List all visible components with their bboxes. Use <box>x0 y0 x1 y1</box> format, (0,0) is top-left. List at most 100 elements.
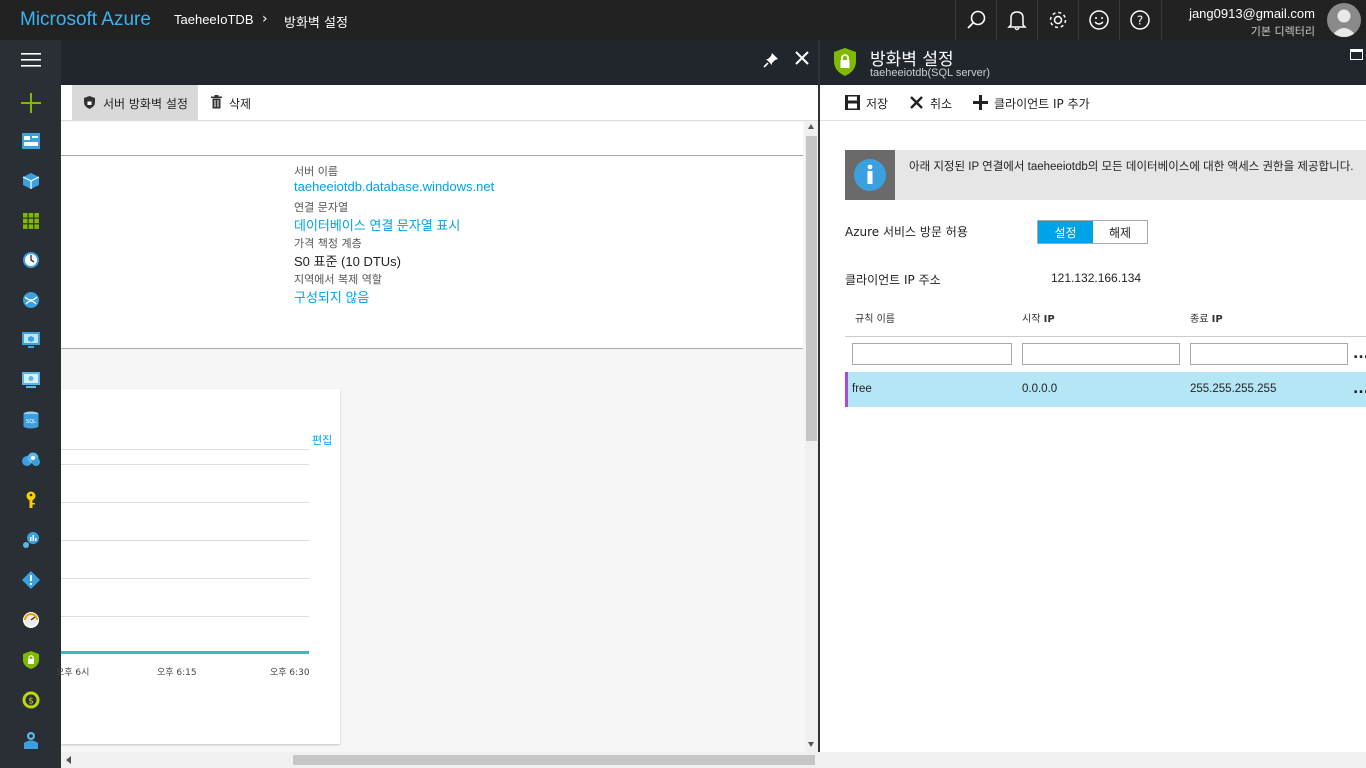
connection-string-label: 연결 문자열 <box>294 201 349 214</box>
connection-string-link[interactable]: 데이터베이스 연결 문자열 표시 <box>294 215 460 234</box>
geo-replication-label: 지역에서 복제 역할 <box>294 273 382 286</box>
left-nav-sidebar: SQL $ <box>0 40 61 768</box>
add-client-ip-button[interactable]: 클라이언트 IP 추가 <box>973 85 1098 120</box>
top-bar: Microsoft Azure TaeheeIoTDB › 방화벽 설정 ? j… <box>0 0 1366 40</box>
delete-button[interactable]: 삭제 <box>206 85 266 120</box>
command-bar: 저장 취소 클라이언트 IP 추가 <box>820 85 1366 121</box>
new-row-more-button[interactable]: ... <box>1353 346 1366 362</box>
scroll-up-arrow-icon[interactable] <box>808 124 814 129</box>
avatar <box>1327 3 1361 37</box>
recent-clock-icon[interactable] <box>0 240 61 280</box>
cloud-services-icon[interactable] <box>0 440 61 480</box>
client-ip-label: 클라이언트 IP 주소 <box>845 273 941 287</box>
new-start-ip-input[interactable] <box>1022 343 1180 365</box>
info-icon <box>854 159 886 191</box>
essentials-panel: 서버 이름 taeheeiotdb.database.windows.net 연… <box>61 156 803 348</box>
info-icon-container <box>845 150 895 200</box>
resource-group-icon[interactable] <box>0 161 61 201</box>
smiley-icon[interactable] <box>1078 0 1119 40</box>
insights-icon[interactable] <box>0 520 61 560</box>
row-end-ip: 255.255.255.255 <box>1190 383 1277 395</box>
help-icon[interactable]: ? <box>1119 0 1160 40</box>
vertical-scroll-thumb[interactable] <box>806 136 817 441</box>
advisor-icon[interactable] <box>0 560 61 600</box>
azure-brand-link[interactable]: Microsoft Azure <box>20 9 151 31</box>
column-header-end-ip-suffix: IP <box>1211 314 1223 325</box>
command-bar: 서버 방화벽 설정 삭제 <box>61 85 818 121</box>
table-header-divider <box>845 336 1366 337</box>
shield-icon <box>84 96 95 109</box>
client-ip-value: 121.132.166.134 <box>1051 271 1142 285</box>
scroll-down-arrow-icon[interactable] <box>808 742 814 747</box>
toggle-off-button[interactable]: 해제 <box>1093 221 1147 243</box>
info-message: 아래 지정된 IP 연결에서 taeheeiotdb의 모든 데이터베이스에 대… <box>909 161 1354 173</box>
vm-classic-icon[interactable] <box>0 360 61 400</box>
cancel-x-icon <box>910 96 923 109</box>
column-header-start-ip: 시작 IP <box>1022 310 1055 325</box>
user-email: jang0913@gmail.com <box>1189 6 1315 21</box>
key-vault-icon[interactable] <box>0 480 61 520</box>
chart-gridline <box>61 449 309 450</box>
cancel-button[interactable]: 취소 <box>910 85 960 120</box>
pin-icon[interactable] <box>763 52 779 72</box>
chart-x-tick: 오후 6:30 <box>270 668 310 678</box>
firewall-settings-blade: 방화벽 설정 taeheeiotdb(SQL server) 저장 취소 클라이… <box>818 40 1366 752</box>
dashboard-icon[interactable] <box>0 121 61 161</box>
breadcrumb-resource[interactable]: TaeheeIoTDB <box>174 12 254 27</box>
search-icon[interactable] <box>955 0 996 40</box>
all-resources-icon[interactable] <box>0 201 61 241</box>
row-more-button[interactable]: ... <box>1353 381 1366 397</box>
column-header-end-ip-text: 종료 <box>1190 314 1212 325</box>
new-plus-icon[interactable] <box>0 83 61 123</box>
row-rule-name: free <box>852 383 872 395</box>
cost-icon[interactable]: $ <box>0 680 61 720</box>
add-client-ip-label: 클라이언트 IP 추가 <box>994 97 1090 111</box>
scroll-left-arrow-icon[interactable] <box>66 756 71 764</box>
close-icon[interactable] <box>794 50 810 70</box>
blade-subtitle: taeheeiotdb(SQL server) <box>870 67 991 79</box>
column-header-start-ip-suffix: IP <box>1043 314 1055 325</box>
pricing-tier-value: S0 표준 (10 DTUs) <box>294 254 401 269</box>
chart-edit-link[interactable]: 편집 <box>312 432 332 448</box>
breadcrumb-separator-icon: › <box>262 11 268 27</box>
new-end-ip-input[interactable] <box>1190 343 1348 365</box>
breadcrumb-current[interactable]: 방화벽 설정 <box>284 12 348 31</box>
security-shield-icon <box>834 48 856 76</box>
geo-replication-link[interactable]: 구성되지 않음 <box>294 287 369 306</box>
horizontal-scrollbar[interactable] <box>61 752 1366 768</box>
server-name-label: 서버 이름 <box>294 165 338 178</box>
hamburger-menu-icon[interactable] <box>0 40 61 80</box>
column-header-rule-name: 규칙 이름 <box>855 314 895 325</box>
monitoring-chart-card[interactable]: 편집 오후 6시 오후 6:15 오후 6:30 <box>56 389 340 744</box>
user-account-menu[interactable]: jang0913@gmail.com 기본 디렉터리 <box>1161 0 1366 40</box>
chart-gridline <box>61 540 309 541</box>
blade-header <box>61 40 818 85</box>
user-directory: 기본 디렉터리 <box>1250 25 1315 38</box>
column-header-end-ip: 종료 IP <box>1190 310 1223 325</box>
horizontal-scroll-thumb[interactable] <box>293 755 815 765</box>
table-row[interactable] <box>845 372 1366 407</box>
toggle-on-button[interactable]: 설정 <box>1038 221 1093 243</box>
row-start-ip: 0.0.0.0 <box>1022 383 1058 395</box>
chart-gridline <box>61 578 309 579</box>
virtual-machine-icon[interactable] <box>0 320 61 360</box>
save-button[interactable]: 저장 <box>845 85 895 120</box>
sql-database-icon[interactable]: SQL <box>0 400 61 440</box>
monitor-gauge-icon[interactable] <box>0 600 61 640</box>
chart-x-tick: 오후 6:15 <box>157 668 197 678</box>
sql-server-blade: 서버 방화벽 설정 삭제 서버 이름 taeheeiotdb.database.… <box>56 40 818 768</box>
help-support-icon[interactable] <box>0 720 61 760</box>
app-services-icon[interactable] <box>0 280 61 320</box>
maximize-icon[interactable] <box>1350 49 1363 60</box>
security-center-icon[interactable] <box>0 640 61 680</box>
server-name-value[interactable]: taeheeiotdb.database.windows.net <box>294 179 494 194</box>
blade-header: 방화벽 설정 taeheeiotdb(SQL server) <box>820 40 1366 85</box>
save-disk-icon <box>845 95 860 110</box>
vertical-scrollbar[interactable] <box>805 121 818 752</box>
chart-gridline <box>61 502 309 503</box>
server-firewall-button[interactable]: 서버 방화벽 설정 <box>72 85 198 120</box>
gear-icon[interactable] <box>1037 0 1078 40</box>
new-rule-name-input[interactable] <box>852 343 1012 365</box>
bell-icon[interactable] <box>996 0 1037 40</box>
delete-label: 삭제 <box>229 97 252 111</box>
